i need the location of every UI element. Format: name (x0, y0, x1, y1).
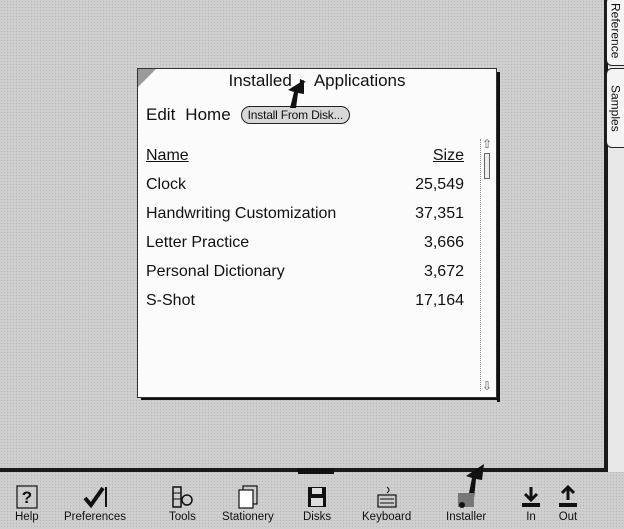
row-name: Clock (146, 175, 187, 193)
toolbar-label: Tools (169, 511, 196, 523)
toolbar-preferences[interactable]: Preferences (64, 483, 126, 523)
bottom-toolbar: ? Help Preferences Tools Stationery Disk… (0, 472, 624, 529)
column-header-size[interactable]: Size (394, 147, 464, 165)
toolbar-label: Out (558, 511, 578, 523)
row-name: Personal Dictionary (146, 262, 285, 280)
row-size: 37,351 (415, 204, 464, 222)
table-row[interactable]: Letter Practice 3,666 (146, 228, 464, 257)
row-name: S-Shot (146, 291, 195, 309)
toolbar-tools[interactable]: Tools (169, 483, 196, 523)
installer-icon (452, 483, 480, 509)
table-header: Name Size (146, 141, 464, 170)
menu-edit[interactable]: Edit (146, 105, 175, 125)
in-tray-icon (520, 483, 542, 509)
row-size: 17,164 (415, 291, 464, 309)
question-icon: ? (16, 483, 38, 509)
tab-samples-label: Samples (608, 84, 623, 132)
table-row[interactable]: Handwriting Customization 37,351 (146, 199, 464, 228)
toolbar-installer[interactable]: Installer (446, 483, 486, 523)
table-row[interactable]: Clock 25,549 (146, 170, 464, 199)
out-tray-icon (557, 483, 579, 509)
tab-reference-label: Reference (608, 3, 623, 59)
toolbar-label: Keyboard (362, 511, 412, 523)
scroll-up-arrow-icon[interactable]: ⇧ (482, 137, 492, 151)
keyboard-icon (375, 483, 399, 509)
toolbar-out[interactable]: Out (557, 483, 579, 523)
row-size: 3,672 (423, 262, 464, 280)
tab-samples[interactable]: Samples (606, 68, 624, 148)
row-size: 25,549 (415, 175, 464, 193)
scroll-thumb[interactable] (484, 153, 490, 179)
toolbar-label: Disks (303, 511, 332, 523)
column-header-name[interactable]: Name (146, 147, 189, 165)
table-row[interactable]: Personal Dictionary 3,672 (146, 257, 464, 286)
window-shadow-right (497, 72, 500, 402)
tab-reference[interactable]: Reference (606, 0, 624, 66)
checkmark-icon (82, 483, 108, 509)
menu-home[interactable]: Home (185, 105, 230, 125)
title-installed[interactable]: Installed (228, 71, 291, 91)
table-row[interactable]: S-Shot 17,164 (146, 286, 464, 315)
pointer-arrow-icon (288, 80, 304, 108)
apps-table: Name Size Clock 25,549 Handwriting Custo… (146, 141, 464, 315)
toolbar-label: Preferences (64, 511, 127, 523)
toolbar-help[interactable]: ? Help (15, 483, 39, 523)
row-name: Handwriting Customization (146, 204, 337, 222)
disk-icon (306, 483, 328, 509)
scrollbar[interactable]: ⇧ ⇩ (480, 137, 493, 393)
scroll-down-arrow-icon[interactable]: ⇩ (482, 379, 492, 393)
row-name: Letter Practice (146, 233, 250, 251)
title-applications[interactable]: Applications (314, 71, 406, 91)
toolbar-keyboard[interactable]: Keyboard (362, 483, 411, 523)
window-title: Installed ▸ Applications (138, 71, 496, 91)
toolbar-label: Stationery (222, 511, 274, 523)
tools-icon (171, 483, 194, 509)
toolbar-label: In (526, 511, 536, 523)
toolbar-stationery[interactable]: Stationery (222, 483, 274, 523)
toolbar-in[interactable]: In (520, 483, 542, 523)
menu-bar: Edit Home Install From Disk... (146, 105, 351, 125)
toolbar-label: Installer (446, 511, 487, 523)
stationery-icon (237, 483, 259, 509)
toolbar-disks[interactable]: Disks (303, 483, 331, 523)
svg-text:?: ? (22, 488, 32, 507)
toolbar-label: Help (15, 511, 39, 523)
installer-window: Installed ▸ Applications Edit Home Insta… (137, 68, 497, 398)
row-size: 3,666 (423, 233, 464, 251)
